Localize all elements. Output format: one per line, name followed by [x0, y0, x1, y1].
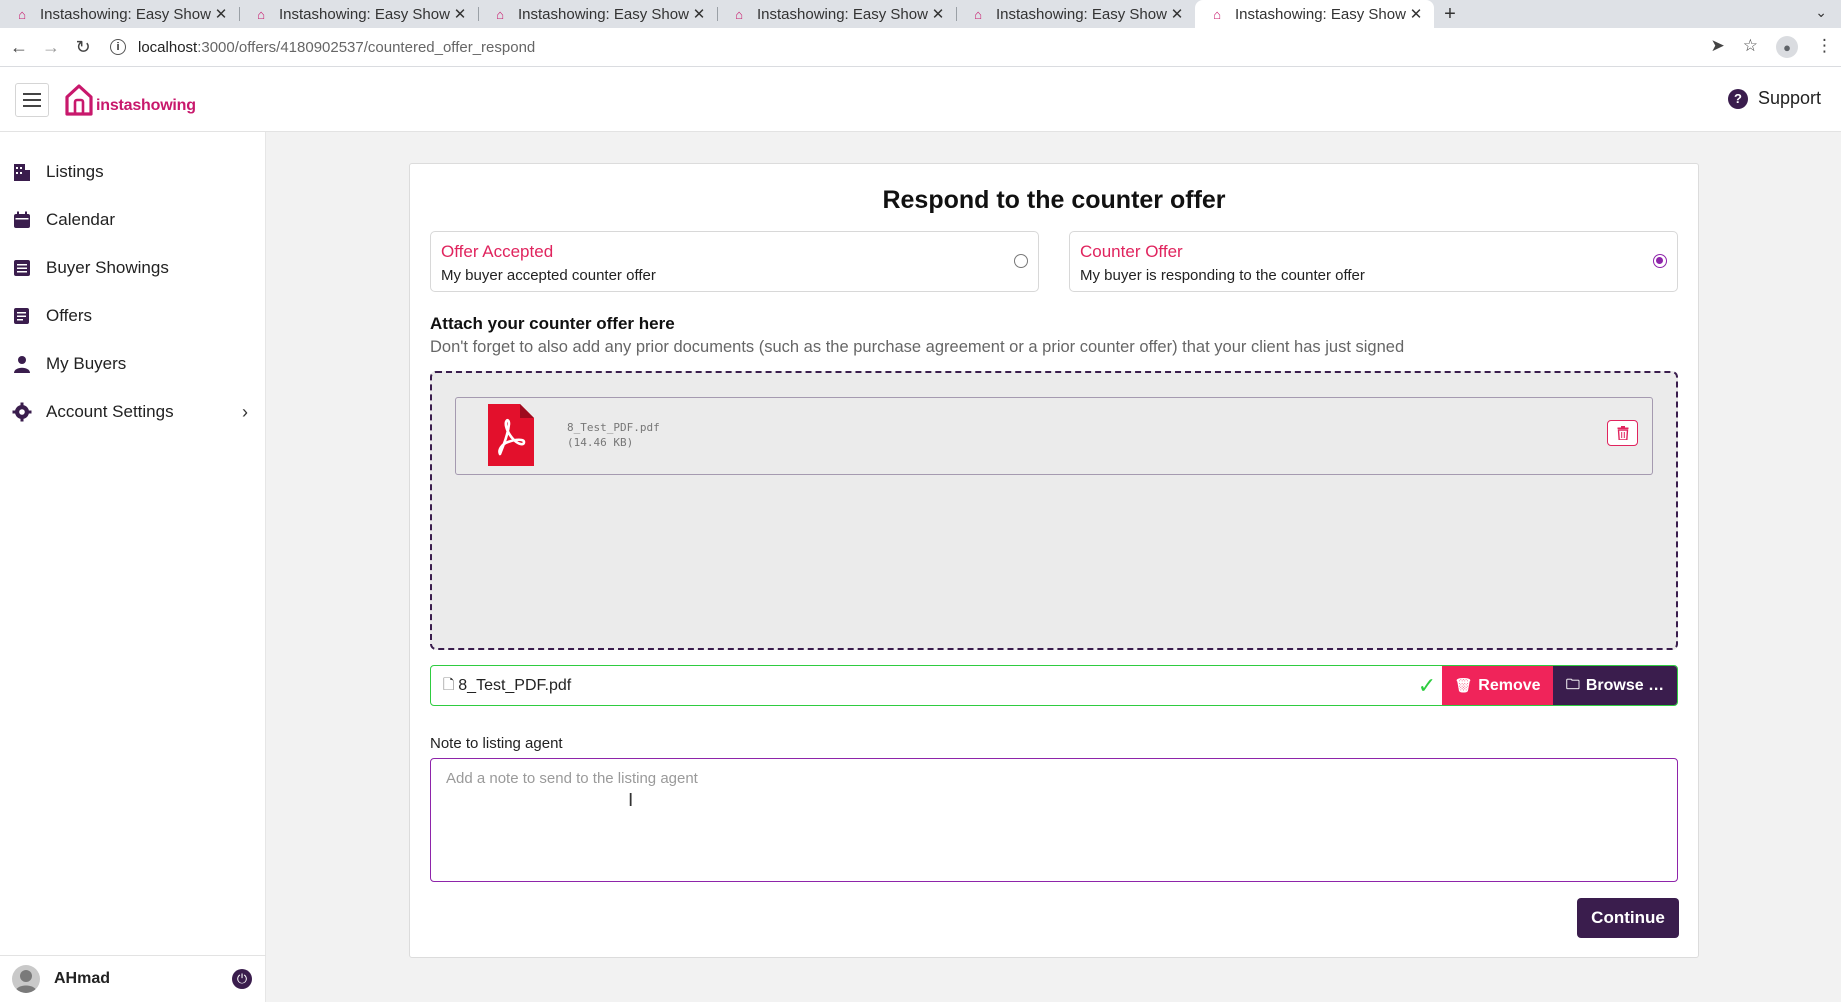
star-icon[interactable]: ☆: [1743, 36, 1758, 58]
attach-heading: Attach your counter offer here: [430, 314, 675, 333]
house-favicon-icon: ⌂: [257, 6, 265, 22]
sidebar-item-listings[interactable]: Listings: [0, 152, 266, 192]
continue-button[interactable]: Continue: [1577, 898, 1679, 938]
user-footer: AHmad ⏻: [0, 955, 266, 1002]
file-input[interactable]: 🗋 8_Test_PDF.pdf: [431, 666, 1412, 705]
person-icon: [12, 354, 32, 374]
close-tab-icon[interactable]: ✕: [930, 5, 946, 23]
reload-icon[interactable]: ↻: [70, 34, 96, 60]
calendar-icon: [12, 210, 32, 230]
send-icon[interactable]: ➤: [1711, 36, 1725, 58]
note-label: Note to listing agent: [430, 735, 563, 752]
house-favicon-icon: ⌂: [496, 6, 504, 22]
close-tab-icon[interactable]: ✕: [213, 5, 229, 23]
page-title: Respond to the counter offer: [882, 186, 1226, 214]
sidebar-item-my-buyers[interactable]: My Buyers: [0, 344, 266, 384]
browser-tab-strip: ⌂ Instashowing: Easy Show ✕ ⌂ Instashowing:…: [0, 0, 1841, 28]
more-menu-icon[interactable]: ⋮: [1816, 36, 1833, 58]
file-input-group: 🗋 8_Test_PDF.pdf ✓ 🗑 Remove 🗀 Browse …: [430, 665, 1678, 706]
delete-file-button[interactable]: [1607, 420, 1638, 446]
sidebar-item-calendar[interactable]: Calendar: [0, 200, 266, 240]
site-info-icon[interactable]: i: [110, 39, 126, 55]
close-tab-icon[interactable]: ✕: [691, 5, 707, 23]
file-dropzone[interactable]: 8_Test_PDF.pdf (14.46 KB): [430, 371, 1678, 650]
browser-tab[interactable]: ⌂ Instashowing: Easy Show ✕: [478, 0, 717, 28]
house-favicon-icon: ⌂: [974, 6, 982, 22]
option-offer-accepted[interactable]: Offer Accepted My buyer accepted counter…: [430, 231, 1039, 292]
note-textarea[interactable]: [430, 758, 1678, 882]
address-bar: ← → ↻ i localhost:3000/offers/4180902537…: [0, 28, 1841, 67]
sidebar-item-buyer-showings[interactable]: Buyer Showings: [0, 248, 266, 288]
browser-tab[interactable]: ⌂ Instashowing: Easy Show ✕: [239, 0, 478, 28]
browser-tab-active[interactable]: ⌂ Instashowing: Easy Show ✕: [1195, 0, 1434, 28]
app-header: instashowing ? Support: [0, 67, 1841, 132]
trash-icon: [1617, 426, 1628, 440]
remove-button[interactable]: 🗑 Remove: [1442, 666, 1553, 705]
file-name: 8_Test_PDF.pdf: [567, 421, 660, 434]
respond-card: Respond to the counter offer Offer Accep…: [409, 163, 1699, 958]
house-favicon-icon: ⌂: [1213, 6, 1221, 22]
power-logout-icon[interactable]: ⏻: [232, 969, 252, 989]
browse-button[interactable]: 🗀 Browse …: [1553, 666, 1677, 705]
sidebar-item-offers[interactable]: Offers: [0, 296, 266, 336]
gear-icon: [12, 402, 32, 422]
url-field[interactable]: i localhost:3000/offers/4180902537/count…: [110, 39, 535, 56]
brand-logo[interactable]: instashowing: [64, 83, 196, 117]
option-counter-offer[interactable]: Counter Offer My buyer is responding to …: [1069, 231, 1678, 292]
document-icon: 🗋: [443, 675, 455, 692]
browser-tab[interactable]: ⌂ Instashowing: Easy Show ✕: [0, 0, 239, 28]
avatar[interactable]: [12, 965, 40, 993]
sidebar-item-account-settings[interactable]: Account Settings ›: [0, 392, 266, 432]
showings-icon: [12, 258, 32, 278]
radio-offer-accepted[interactable]: [1014, 254, 1028, 268]
help-icon: ?: [1727, 88, 1748, 109]
folder-open-icon: 🗀: [1565, 675, 1580, 692]
attach-help-text: Don't forget to also add any prior docum…: [430, 338, 1405, 356]
support-link[interactable]: ? Support: [1727, 88, 1821, 109]
close-tab-icon[interactable]: ✕: [1169, 5, 1185, 23]
text-cursor-icon: I: [628, 790, 634, 811]
browser-tab[interactable]: ⌂ Instashowing: Easy Show ✕: [717, 0, 956, 28]
chevron-right-icon: ›: [242, 402, 248, 422]
back-arrow-icon[interactable]: ←: [6, 34, 32, 60]
new-tab-button[interactable]: +: [1434, 0, 1466, 28]
house-logo-icon: [65, 84, 93, 116]
profile-icon[interactable]: ●: [1776, 36, 1798, 58]
house-favicon-icon: ⌂: [735, 6, 743, 22]
house-favicon-icon: ⌂: [18, 6, 26, 22]
radio-counter-offer[interactable]: [1653, 254, 1667, 268]
hamburger-menu-button[interactable]: [15, 83, 49, 117]
valid-check-icon: ✓: [1417, 672, 1437, 698]
forward-arrow-icon[interactable]: →: [38, 34, 64, 60]
close-tab-icon[interactable]: ✕: [1408, 5, 1424, 23]
pdf-file-icon: [488, 404, 534, 466]
tab-search-chevron-icon[interactable]: ⌄: [1815, 4, 1827, 21]
listings-icon: [12, 162, 32, 182]
trash-icon: 🗑: [1454, 677, 1473, 693]
sidebar: Listings Calendar Buyer Showings Offers …: [0, 132, 266, 1002]
close-tab-icon[interactable]: ✕: [452, 5, 468, 23]
file-preview: 8_Test_PDF.pdf (14.46 KB): [455, 397, 1653, 475]
offers-icon: [12, 306, 32, 326]
file-size: (14.46 KB): [567, 436, 634, 449]
browser-tab[interactable]: ⌂ Instashowing: Easy Show ✕: [956, 0, 1195, 28]
